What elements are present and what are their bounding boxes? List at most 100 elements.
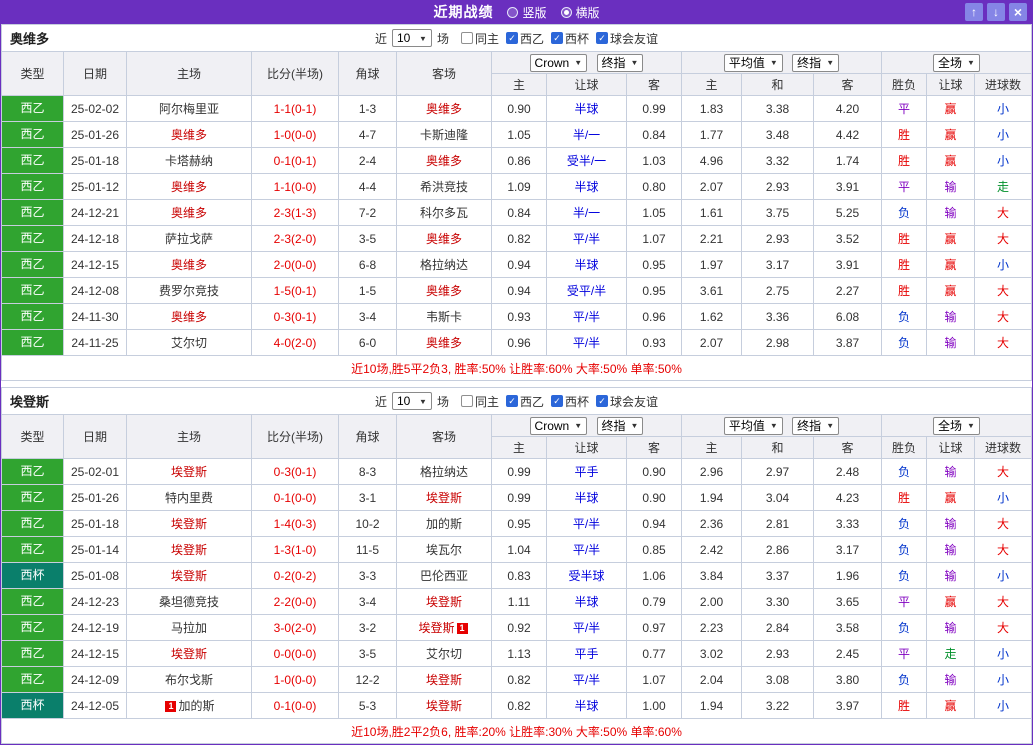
home-team-link[interactable]: 桑坦德竞技 xyxy=(159,595,219,609)
summary-row: 近10场,胜2平2负6, 胜率:20% 让胜率:30% 大率:50% 单率:60… xyxy=(1,718,1032,744)
away-team-cell: 埃登斯 1 xyxy=(396,614,492,641)
filter-checkbox-球会友谊[interactable]: 球会友谊 xyxy=(596,393,658,410)
titlebar: 近期战绩 竖版 横版 ↑ ↓ × xyxy=(1,0,1032,24)
league-badge: 西乙 xyxy=(2,278,63,303)
away-team-link[interactable]: 科尔多瓦 xyxy=(420,206,468,220)
odds-away-value: 0.85 xyxy=(626,536,682,563)
home-team-link[interactable]: 奥维多 xyxy=(171,180,207,194)
score-cell: 0-3(0-1) xyxy=(251,303,339,330)
away-team-link[interactable]: 格拉纳达 xyxy=(420,258,468,272)
layout-radio-vertical[interactable]: 竖版 xyxy=(507,4,547,21)
odds-home-value: 1.11 xyxy=(491,588,547,615)
match-row: 西乙 25-02-02 阿尔梅里亚 1-1(0-1) 1-3 奥维多 0.90 … xyxy=(1,95,1032,122)
result-goals: 大 xyxy=(974,303,1032,330)
away-team-link[interactable]: 希洪竞技 xyxy=(420,180,468,194)
result-goals: 大 xyxy=(974,458,1032,485)
away-team-link[interactable]: 奥维多 xyxy=(426,154,462,168)
odds-stage-select[interactable]: 终指 ▼ xyxy=(596,416,644,435)
home-team-link[interactable]: 埃登斯 xyxy=(171,569,207,583)
filter-checkbox-西乙[interactable]: 西乙 xyxy=(506,30,544,47)
odds-away-value: 0.84 xyxy=(626,121,682,148)
away-team-link[interactable]: 奥维多 xyxy=(426,232,462,246)
away-team-link[interactable]: 埃登斯 xyxy=(426,491,462,505)
avg-away-value: 4.42 xyxy=(813,121,882,148)
home-team-link[interactable]: 卡塔赫纳 xyxy=(165,154,213,168)
avg-draw-value: 2.93 xyxy=(741,173,814,200)
away-team-link[interactable]: 巴伦西亚 xyxy=(420,569,468,583)
match-score: 1-1(0-1) xyxy=(273,101,317,116)
score-cell: 2-0(0-0) xyxy=(251,251,339,278)
handicap-cell: 平手 xyxy=(546,458,627,485)
handicap-cell: 平/半 xyxy=(546,329,627,356)
match-date: 24-12-18 xyxy=(63,225,127,252)
avg-draw-value: 2.97 xyxy=(741,458,814,485)
home-team-link[interactable]: 埃登斯 xyxy=(171,647,207,661)
arrow-down-icon: ↓ xyxy=(993,5,999,19)
close-button[interactable]: × xyxy=(1009,3,1027,21)
away-team-link[interactable]: 韦斯卡 xyxy=(426,310,462,324)
filter-checkbox-西杯[interactable]: 西杯 xyxy=(551,30,589,47)
odds-home-value: 0.94 xyxy=(491,277,547,304)
away-team-link[interactable]: 埃瓦尔 xyxy=(426,543,462,557)
home-team-link[interactable]: 埃登斯 xyxy=(171,543,207,557)
average-stage-select[interactable]: 终指 ▼ xyxy=(792,416,840,435)
average-stage-select[interactable]: 终指 ▼ xyxy=(792,53,840,72)
scope-select[interactable]: 全场 ▼ xyxy=(933,53,980,72)
odds-company-select[interactable]: Crown ▼ xyxy=(529,53,588,72)
average-select[interactable]: 平均值 ▼ xyxy=(723,53,783,72)
home-team-link[interactable]: 埃登斯 xyxy=(171,465,207,479)
home-team-link[interactable]: 奥维多 xyxy=(171,128,207,142)
home-team-link[interactable]: 奥维多 xyxy=(171,258,207,272)
away-team-link[interactable]: 艾尔切 xyxy=(426,647,462,661)
home-team-link[interactable]: 艾尔切 xyxy=(171,336,207,350)
away-team-link[interactable]: 埃登斯 xyxy=(426,673,462,687)
home-team-link[interactable]: 萨拉戈萨 xyxy=(165,232,213,246)
odds-stage-select[interactable]: 终指 ▼ xyxy=(596,53,644,72)
home-team-link[interactable]: 马拉加 xyxy=(171,621,207,635)
away-team-link[interactable]: 埃登斯 xyxy=(426,595,462,609)
result-handicap: 赢 xyxy=(926,147,975,174)
avg-away-value: 5.25 xyxy=(813,199,882,226)
away-team-link[interactable]: 埃登斯 xyxy=(426,699,462,713)
home-team-link[interactable]: 加的斯 xyxy=(178,699,214,713)
away-team-link[interactable]: 奥维多 xyxy=(426,284,462,298)
avg-home-value: 1.62 xyxy=(681,303,742,330)
away-team-link[interactable]: 格拉纳达 xyxy=(420,465,468,479)
match-count-select[interactable]: 10 ▼ xyxy=(391,392,432,410)
away-team-link[interactable]: 奥维多 xyxy=(426,336,462,350)
league-cell: 西乙 xyxy=(1,614,64,641)
away-team-link[interactable]: 卡斯迪隆 xyxy=(420,128,468,142)
match-date: 25-01-18 xyxy=(63,510,127,537)
home-team-cell: 埃登斯 xyxy=(126,458,252,485)
result-wdl: 平 xyxy=(881,173,927,200)
filter-checkbox-西杯[interactable]: 西杯 xyxy=(551,393,589,410)
away-team-link[interactable]: 埃登斯 xyxy=(418,621,454,635)
filter-checkbox-同主[interactable]: 同主 xyxy=(460,393,499,410)
home-team-link[interactable]: 布尔戈斯 xyxy=(165,673,213,687)
home-team-link[interactable]: 奥维多 xyxy=(171,310,207,324)
scroll-up-button[interactable]: ↑ xyxy=(965,3,983,21)
scope-select[interactable]: 全场 ▼ xyxy=(933,416,980,435)
avg-draw-value: 3.36 xyxy=(741,303,814,330)
away-team-link[interactable]: 加的斯 xyxy=(426,517,462,531)
odds-company-select[interactable]: Crown ▼ xyxy=(529,416,588,435)
home-team-link[interactable]: 费罗尔竞技 xyxy=(159,284,219,298)
filter-checkbox-同主[interactable]: 同主 xyxy=(460,30,499,47)
home-team-link[interactable]: 阿尔梅里亚 xyxy=(159,102,219,116)
match-count-select[interactable]: 10 ▼ xyxy=(391,29,432,47)
avg-home-value: 2.23 xyxy=(681,614,742,641)
layout-radio-horizontal[interactable]: 横版 xyxy=(560,4,600,21)
home-team-link[interactable]: 特内里费 xyxy=(165,491,213,505)
avg-home-value: 3.84 xyxy=(681,562,742,589)
home-team-link[interactable]: 埃登斯 xyxy=(171,517,207,531)
away-team-link[interactable]: 奥维多 xyxy=(426,102,462,116)
filter-checkbox-西乙[interactable]: 西乙 xyxy=(506,393,544,410)
odds-away-value: 0.96 xyxy=(626,303,682,330)
home-team-link[interactable]: 奥维多 xyxy=(171,206,207,220)
filter-checkbox-球会友谊[interactable]: 球会友谊 xyxy=(596,30,658,47)
handicap-cell: 平/半 xyxy=(546,614,627,641)
avg-draw-value: 2.75 xyxy=(741,277,814,304)
handicap-cell: 受平/半 xyxy=(546,277,627,304)
scroll-down-button[interactable]: ↓ xyxy=(987,3,1005,21)
average-select[interactable]: 平均值 ▼ xyxy=(723,416,783,435)
